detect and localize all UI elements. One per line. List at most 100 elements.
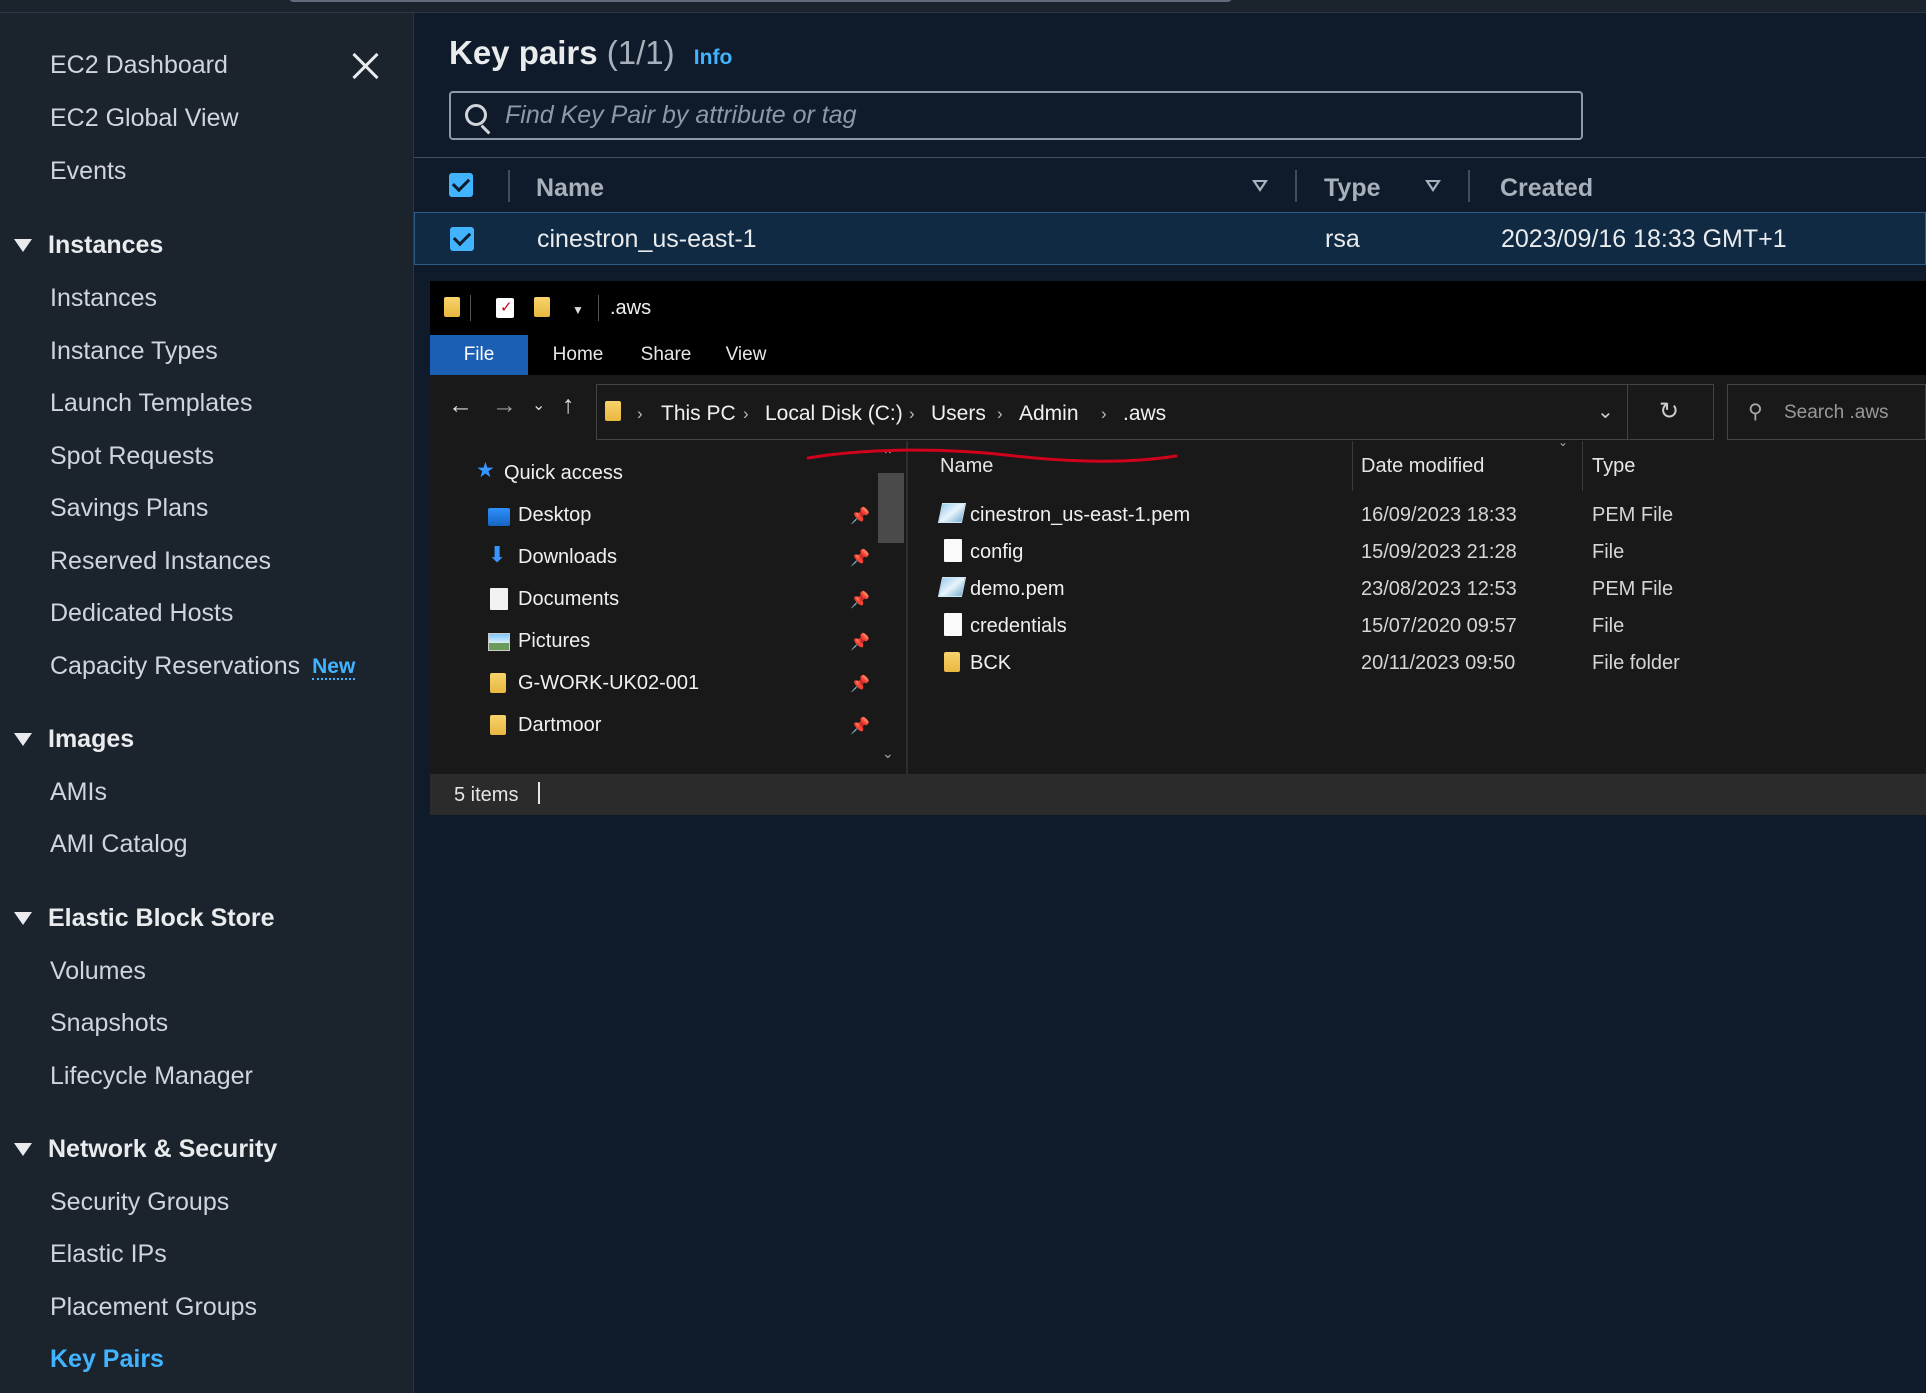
sidebar-item-elastic-ips[interactable]: Elastic IPs [50, 1240, 167, 1269]
column-header-type[interactable]: Type [1324, 174, 1381, 203]
forward-arrow-icon[interactable]: → [492, 391, 517, 420]
back-arrow-icon[interactable]: ← [448, 391, 473, 420]
folder-icon [444, 297, 460, 317]
sort-filter-icon[interactable] [1252, 180, 1268, 192]
refresh-icon[interactable]: ↻ [1659, 397, 1679, 426]
sidebar-item-key-pairs[interactable]: Key Pairs [50, 1345, 164, 1374]
select-all-checkbox[interactable] [449, 173, 473, 197]
address-bar[interactable]: › This PC › Local Disk (C:) › Users › Ad… [596, 384, 1714, 440]
sidebar-item-dedicated-hosts[interactable]: Dedicated Hosts [50, 599, 233, 628]
item-count: 5 items [454, 784, 519, 806]
pin-icon[interactable]: 📌 [850, 674, 870, 694]
sidebar-item-placement-groups[interactable]: Placement Groups [50, 1293, 257, 1322]
sort-filter-icon[interactable] [1425, 180, 1441, 192]
quick-access-dartmoor[interactable]: Dartmoor [518, 714, 601, 737]
quick-access-desktop[interactable]: Desktop [518, 504, 591, 527]
sort-chevron-icon: ⌄ [1558, 435, 1569, 449]
page-title: Key pairs (1/1) Info [449, 34, 733, 71]
pin-icon[interactable]: 📌 [850, 716, 870, 736]
address-history-chevron-icon[interactable]: ⌄ [1597, 399, 1614, 424]
sidebar-item-ec2-global-view[interactable]: EC2 Global View [50, 104, 239, 133]
new-folder-icon[interactable] [534, 297, 550, 317]
customize-toolbar-dropdown-icon[interactable]: ▼ [572, 303, 584, 317]
red-annotation-stroke [806, 448, 1178, 463]
sidebar-item-instances[interactable]: Instances [50, 284, 157, 313]
sidebar-item-spot-requests[interactable]: Spot Requests [50, 442, 214, 471]
breadcrumb-local-disk[interactable]: Local Disk (C:) [765, 402, 903, 426]
breadcrumb-admin[interactable]: Admin [1019, 402, 1079, 426]
file-icon [944, 613, 962, 636]
sidebar-item-reserved-instances[interactable]: Reserved Instances [50, 547, 271, 576]
quick-access-pictures[interactable]: Pictures [518, 630, 590, 653]
file-list: Name ⌄ Date modified Type cinestron_us-e… [906, 435, 1926, 774]
navigation-bar: ← → ⌄ ↑ › This PC › Local Disk (C:) › Us… [430, 375, 1926, 441]
sidebar-section-instances[interactable]: Instances [14, 231, 163, 260]
selection-count: (1/1) [606, 34, 675, 71]
column-header-type[interactable]: Type [1592, 455, 1635, 478]
tab-share[interactable]: Share [630, 335, 702, 375]
breadcrumb-this-pc[interactable]: This PC [661, 402, 736, 426]
scroll-down-icon[interactable]: ⌄ [882, 745, 894, 762]
pin-icon[interactable]: 📌 [850, 590, 870, 610]
downloads-icon: ⬇ [488, 542, 507, 567]
recent-locations-chevron-icon[interactable]: ⌄ [532, 395, 545, 415]
ribbon-tabs: File Home Share View [430, 335, 1926, 375]
navigation-pane-scrollbar[interactable]: ⌃ ⌄ [874, 447, 904, 765]
sidebar-section-network-security[interactable]: Network & Security [14, 1135, 277, 1164]
up-arrow-icon[interactable]: ↑ [562, 391, 575, 420]
key-pair-search-input[interactable] [505, 93, 1575, 138]
folder-icon [490, 715, 506, 735]
row-checkbox[interactable] [450, 227, 474, 251]
list-item[interactable]: credentials 15/07/2020 09:57 File [908, 609, 1926, 646]
breadcrumb-aws[interactable]: .aws [1123, 402, 1166, 426]
sidebar-item-capacity-reservations[interactable]: Capacity Reservations New [50, 652, 356, 681]
column-header-name[interactable]: Name [536, 174, 604, 203]
quick-access-g-work-uk02-001[interactable]: G-WORK-UK02-001 [518, 672, 699, 695]
list-item[interactable]: demo.pem 23/08/2023 12:53 PEM File [908, 572, 1926, 609]
column-header-date-modified[interactable]: Date modified [1361, 455, 1484, 478]
explorer-search-box[interactable]: ⚲ Search .aws [1727, 384, 1926, 440]
pem-certificate-icon [937, 503, 967, 523]
sidebar-item-savings-plans[interactable]: Savings Plans [50, 494, 208, 523]
pin-icon[interactable]: 📌 [850, 632, 870, 652]
quick-access-documents[interactable]: Documents [518, 588, 619, 611]
sidebar-item-ec2-dashboard[interactable]: EC2 Dashboard [50, 51, 228, 80]
sidebar-item-snapshots[interactable]: Snapshots [50, 1009, 168, 1038]
window-title: .aws [610, 297, 652, 319]
list-item[interactable]: config 15/09/2023 21:28 File [908, 535, 1926, 572]
pem-certificate-icon [937, 577, 967, 597]
quick-access-header[interactable]: Quick access [504, 462, 623, 485]
new-badge: New [312, 655, 356, 680]
sidebar-item-lifecycle-manager[interactable]: Lifecycle Manager [50, 1062, 253, 1091]
folder-icon [605, 401, 621, 421]
quick-access-downloads[interactable]: Downloads [518, 546, 617, 569]
info-link[interactable]: Info [694, 46, 732, 69]
caret-down-icon [14, 912, 32, 925]
tab-file[interactable]: File [430, 335, 528, 375]
global-search-field-edge[interactable] [288, 0, 1233, 2]
pin-icon[interactable]: 📌 [850, 506, 870, 526]
list-item[interactable]: cinestron_us-east-1.pem 16/09/2023 18:33… [908, 498, 1926, 535]
column-header-created[interactable]: Created [1500, 174, 1593, 203]
sidebar-item-volumes[interactable]: Volumes [50, 957, 146, 986]
key-pair-name[interactable]: cinestron_us-east-1 [537, 225, 757, 254]
list-item[interactable]: BCK 20/11/2023 09:50 File folder [908, 646, 1926, 683]
sidebar-section-images[interactable]: Images [14, 725, 134, 754]
tab-home[interactable]: Home [538, 335, 618, 375]
sidebar-item-instance-types[interactable]: Instance Types [50, 337, 218, 366]
folder-icon [944, 652, 960, 672]
table-row[interactable]: cinestron_us-east-1 rsa 2023/09/16 18:33… [414, 212, 1926, 265]
sidebar-item-security-groups[interactable]: Security Groups [50, 1188, 229, 1217]
pin-icon[interactable]: 📌 [850, 548, 870, 568]
breadcrumb-users[interactable]: Users [931, 402, 986, 426]
sidebar-item-ami-catalog[interactable]: AMI Catalog [50, 830, 188, 859]
sidebar-item-events[interactable]: Events [50, 157, 126, 186]
close-icon[interactable] [350, 50, 380, 80]
sidebar-item-launch-templates[interactable]: Launch Templates [50, 389, 252, 418]
scrollbar-thumb[interactable] [878, 473, 904, 543]
key-pair-created: 2023/09/16 18:33 GMT+1 [1501, 225, 1787, 253]
key-pair-search[interactable] [449, 91, 1583, 140]
sidebar-section-elastic-block-store[interactable]: Elastic Block Store [14, 904, 274, 933]
sidebar-item-amis[interactable]: AMIs [50, 778, 107, 807]
tab-view[interactable]: View [714, 335, 778, 375]
